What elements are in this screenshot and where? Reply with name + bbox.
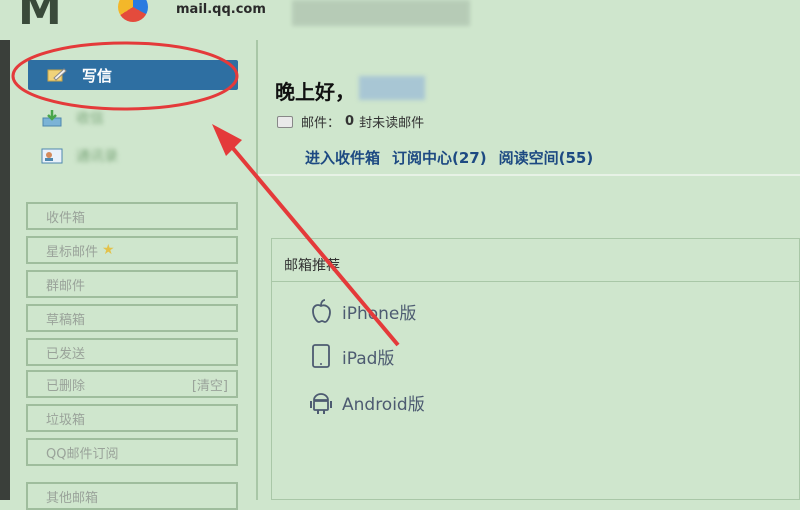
tablet-icon bbox=[308, 343, 334, 369]
sidebar-item-receive[interactable]: 收信 bbox=[40, 106, 104, 130]
folder-label: 群邮件 bbox=[46, 278, 86, 294]
folder-other-mailbox[interactable]: 其他邮箱 bbox=[26, 482, 238, 510]
app-ipad[interactable]: iPad版 bbox=[308, 341, 394, 371]
folder-qq-subscription[interactable]: QQ邮件订阅 bbox=[26, 438, 238, 466]
panel-title: 邮箱推荐 bbox=[284, 258, 340, 274]
app-label: Android版 bbox=[342, 394, 425, 415]
sidebar-item-contacts[interactable]: 通讯录 bbox=[40, 144, 118, 168]
username-blurred bbox=[359, 76, 425, 100]
recommend-panel: 邮箱推荐 iPhone版 iPad版 Android版 bbox=[271, 238, 800, 500]
folder-sent[interactable]: 已发送 bbox=[26, 338, 238, 366]
folder-label: 收件箱 bbox=[46, 210, 86, 226]
folder-starred[interactable]: 星标邮件 ★ bbox=[26, 236, 238, 264]
link-enter-inbox[interactable]: 进入收件箱 bbox=[305, 147, 380, 168]
mail-logo[interactable]: M bbox=[18, 0, 62, 35]
logo-circle-icon bbox=[118, 0, 148, 22]
folder-deleted[interactable]: 已删除 [清空] bbox=[26, 370, 238, 398]
folder-drafts[interactable]: 草稿箱 bbox=[26, 304, 238, 332]
mail-prefix: 邮件： bbox=[301, 116, 341, 131]
folder-inbox[interactable]: 收件箱 bbox=[26, 202, 238, 230]
write-mail-button[interactable]: 写信 bbox=[28, 60, 238, 90]
inbox-download-icon bbox=[40, 108, 64, 128]
logo-domain-text: mail.qq.com bbox=[176, 2, 266, 17]
app-iphone[interactable]: iPhone版 bbox=[308, 296, 416, 326]
header: M mail.qq.com bbox=[0, 0, 800, 36]
folder-label: 垃圾箱 bbox=[46, 412, 86, 428]
section-divider bbox=[258, 174, 800, 176]
folder-label: 草稿箱 bbox=[46, 312, 86, 328]
contact-card-icon bbox=[40, 146, 64, 166]
link-reading-space[interactable]: 阅读空间(55) bbox=[499, 147, 594, 168]
folder-label: 其他邮箱 bbox=[46, 490, 99, 506]
folder-junk[interactable]: 垃圾箱 bbox=[26, 404, 238, 432]
app-label: iPhone版 bbox=[342, 303, 417, 324]
folder-label: 已发送 bbox=[46, 346, 86, 362]
envelope-icon bbox=[277, 115, 293, 128]
apple-icon bbox=[308, 298, 334, 324]
sidebar-item-label: 收信 bbox=[76, 111, 104, 127]
link-subscription-center[interactable]: 订阅中心(27) bbox=[392, 147, 487, 168]
folder-label: QQ邮件订阅 bbox=[46, 446, 119, 462]
greeting-text: 晚上好， bbox=[275, 80, 355, 104]
app-android[interactable]: Android版 bbox=[308, 387, 425, 417]
sidebar-item-label: 通讯录 bbox=[76, 149, 118, 165]
mail-suffix: 封未读邮件 bbox=[359, 116, 425, 131]
panel-divider bbox=[272, 281, 799, 282]
folder-label: 星标邮件 bbox=[46, 244, 99, 260]
app-label: iPad版 bbox=[342, 348, 395, 369]
sidebar-divider bbox=[256, 40, 258, 500]
unread-summary: 邮件： 0 封未读邮件 bbox=[277, 112, 424, 131]
user-info-blurred bbox=[292, 0, 470, 26]
star-icon: ★ bbox=[102, 242, 115, 258]
folder-group[interactable]: 群邮件 bbox=[26, 270, 238, 298]
quick-links: 进入收件箱 订阅中心(27) 阅读空间(55) bbox=[305, 147, 593, 168]
left-edge-bar bbox=[0, 40, 10, 500]
write-mail-label: 写信 bbox=[82, 66, 113, 85]
android-icon bbox=[308, 389, 334, 415]
pencil-note-icon bbox=[46, 67, 68, 83]
folder-label: 已删除 bbox=[46, 378, 86, 394]
unread-count: 0 bbox=[345, 114, 355, 129]
empty-trash-link[interactable]: [清空] bbox=[192, 375, 228, 394]
